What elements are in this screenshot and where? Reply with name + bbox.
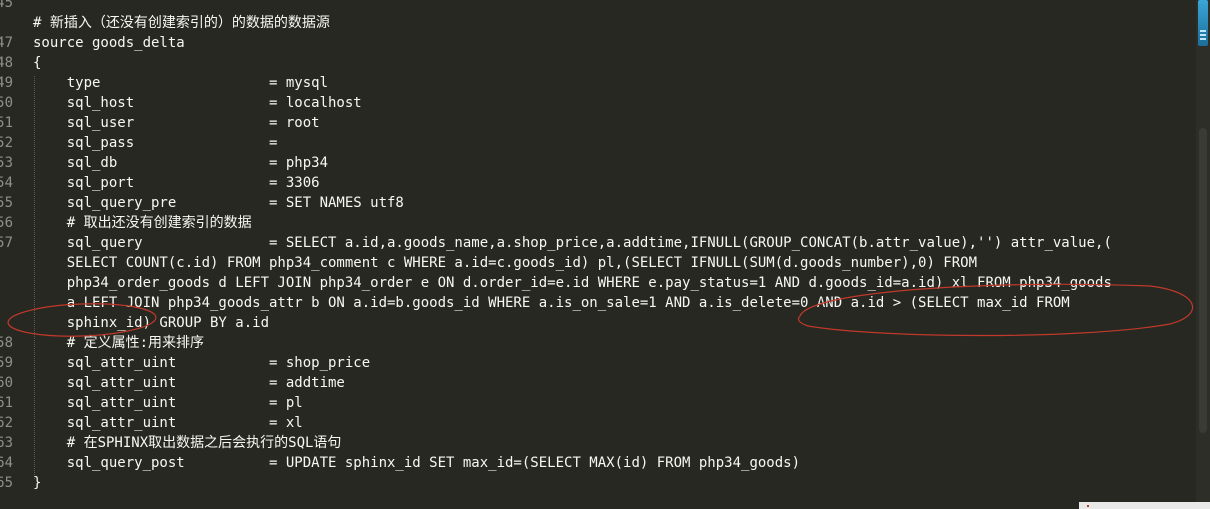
scrollbar-thumb[interactable] [1199,128,1207,433]
code-editor[interactable]: 45 47 48 49 50 51 52 53 54 55 56 57 58 5… [0,0,1196,509]
annotation-layer [7,283,1194,337]
grip-line [1200,30,1206,32]
taskbar-edge [1079,502,1210,509]
taskbar-icon [1087,505,1089,507]
grip-line [1200,38,1206,40]
annotation-ellipse-right [797,283,1194,337]
annotation-ellipse-left [7,303,157,337]
grip-line [1200,34,1206,36]
